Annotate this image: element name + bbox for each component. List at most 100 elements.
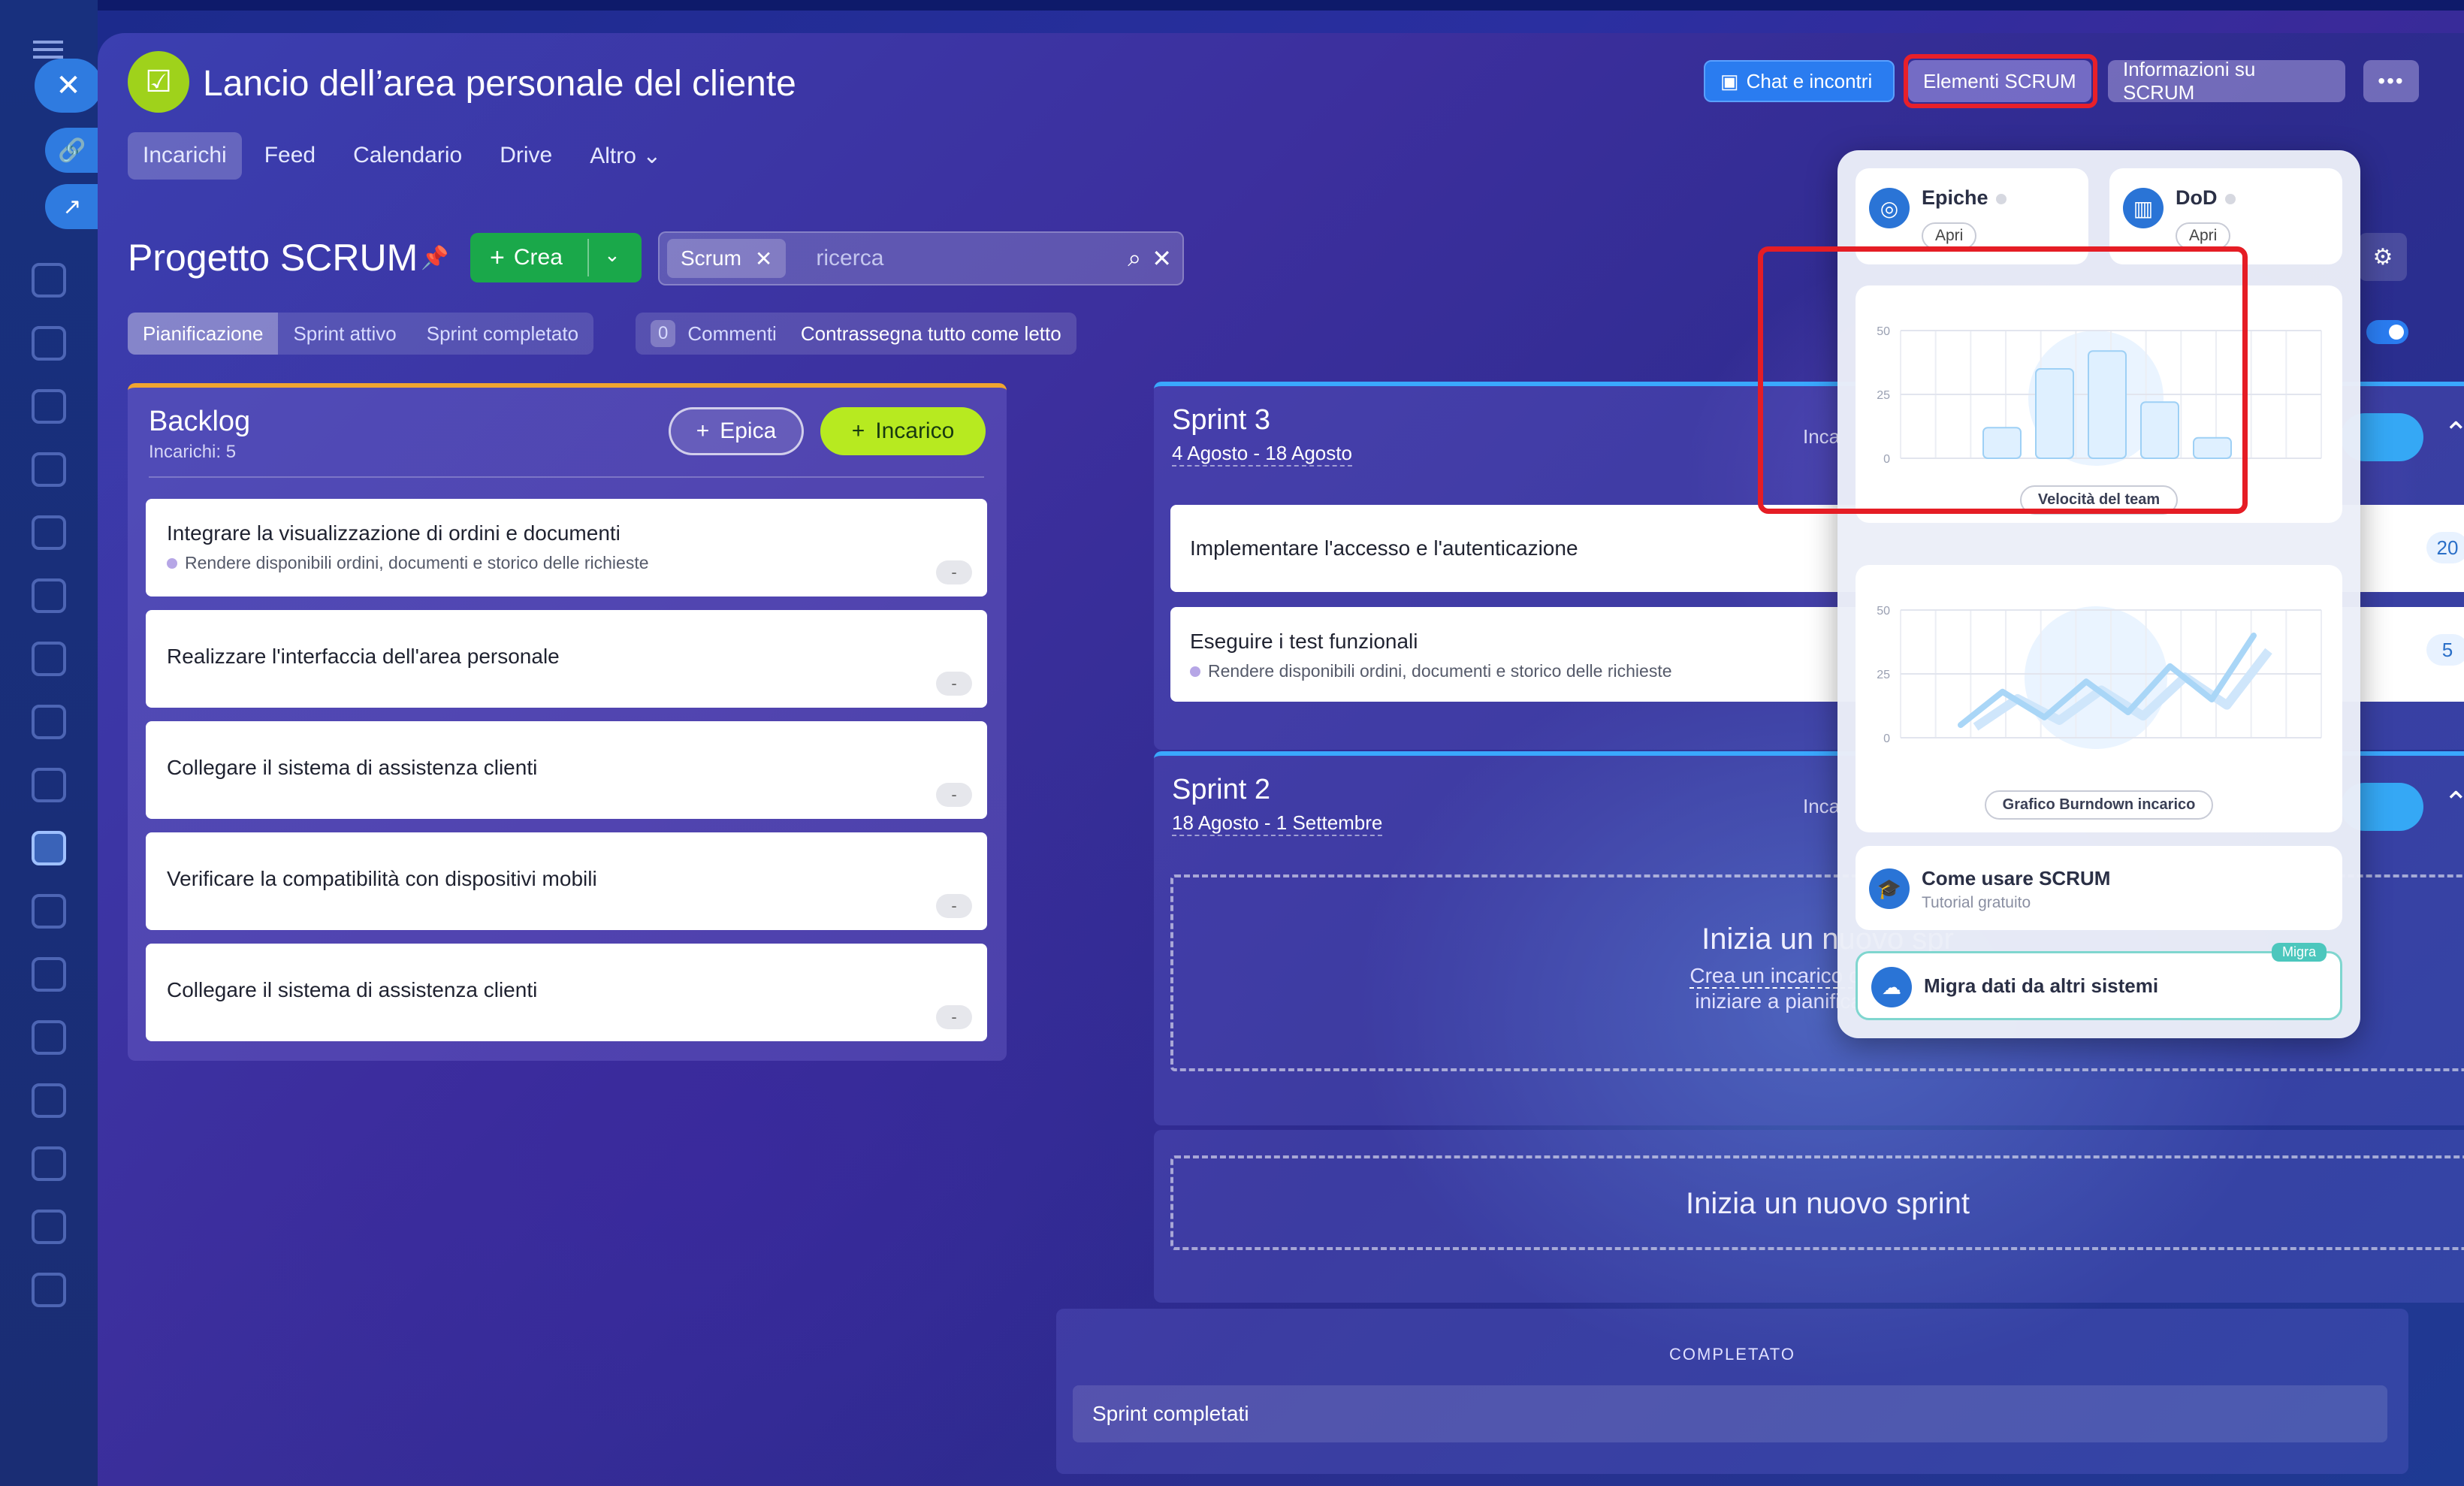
card-epic-label: Rendere disponibili ordini, documenti e …: [1208, 661, 1672, 681]
story-points[interactable]: -: [936, 894, 972, 918]
create-button[interactable]: + Crea ⌄: [470, 233, 642, 282]
close-icon[interactable]: ✕: [35, 59, 102, 113]
add-epic-button[interactable]: + Epica: [669, 407, 804, 455]
backlog-card[interactable]: Realizzare l'interfaccia dell'area perso…: [146, 610, 987, 708]
story-points[interactable]: 5: [2426, 634, 2464, 666]
new-sprint-column: Inizia un nuovo sprint: [1154, 1130, 2464, 1303]
view-pianificazione[interactable]: Pianificazione: [128, 313, 279, 355]
y-tick-label: 0: [1883, 732, 1890, 745]
sprint-title: Sprint 3: [1172, 404, 1270, 436]
new-sprint-dropzone[interactable]: Inizia un nuovo sprint: [1170, 1155, 2464, 1250]
epics-open-button[interactable]: Apri: [1922, 222, 1977, 249]
epic-dot-icon: [167, 557, 177, 569]
project-logo-icon: ☑: [128, 51, 189, 113]
burndown-label: Grafico Burndown incarico: [1856, 790, 2342, 820]
backlog-card[interactable]: Integrare la visualizzazione di ordini e…: [146, 499, 987, 597]
dod-open-button[interactable]: Apri: [2176, 222, 2231, 249]
add-epic-label: Epica: [720, 418, 777, 443]
rail-doc-icon[interactable]: [32, 326, 66, 361]
view-sprint-attivo[interactable]: Sprint attivo: [278, 313, 411, 355]
sprint-title: Sprint 2: [1172, 774, 1270, 805]
card-title: Verificare la compatibilità con disposit…: [167, 867, 597, 890]
rail-cart-icon[interactable]: [32, 957, 66, 992]
gear-icon[interactable]: ⚙: [2359, 233, 2407, 281]
open-external-icon[interactable]: ↗: [45, 184, 99, 229]
rail-inbox-icon[interactable]: [32, 642, 66, 676]
completed-section: COMPLETATO Sprint completati: [1056, 1309, 2408, 1474]
comments-bar: 0 Commenti Contrassegna tutto come letto: [636, 313, 1076, 355]
rail-file-icon[interactable]: [32, 515, 66, 550]
comments-label[interactable]: Commenti: [687, 322, 776, 346]
chevron-down-icon: ⌄: [642, 143, 662, 168]
rail-circle-icon[interactable]: [32, 389, 66, 424]
rail-library-icon[interactable]: [32, 1273, 66, 1307]
y-tick-label: 25: [1877, 669, 1890, 681]
chevron-up-icon[interactable]: ⌃: [2443, 416, 2464, 451]
tutorial-title: Come usare SCRUM: [1922, 867, 2111, 889]
menu-icon[interactable]: [33, 41, 63, 59]
tab-calendario[interactable]: Calendario: [338, 132, 477, 180]
rail-calendar-icon[interactable]: [32, 452, 66, 487]
tab-altro[interactable]: Altro ⌄: [575, 132, 676, 180]
tab-altro-label: Altro: [590, 143, 636, 168]
divider: [149, 476, 984, 478]
comments-count: 0: [651, 320, 676, 347]
highlight-outline: [1904, 54, 2097, 108]
story-points[interactable]: -: [936, 560, 972, 584]
view-sprint-completato[interactable]: Sprint completato: [412, 313, 593, 355]
pin-icon[interactable]: 📌: [421, 245, 448, 271]
chip-close-icon[interactable]: ✕: [755, 246, 772, 271]
rail-robot-icon[interactable]: [32, 1020, 66, 1055]
story-points[interactable]: 20: [2426, 532, 2464, 563]
mark-all-read-link[interactable]: Contrassegna tutto come letto: [801, 322, 1061, 346]
migrate-data-item[interactable]: Migra ☁ Migra dati da altri sistemi: [1856, 943, 2342, 1020]
search-input[interactable]: ricerca: [816, 246, 1128, 271]
new-sprint-label: Inizia un nuovo sprint: [1685, 1187, 1970, 1220]
tab-feed[interactable]: Feed: [249, 132, 331, 180]
filter-chip[interactable]: Scrum ✕: [667, 239, 787, 278]
dod-title: DoD: [2176, 186, 2236, 210]
scrum-tutorial-item[interactable]: 🎓 Come usare SCRUM Tutorial gratuito: [1856, 846, 2342, 930]
link-icon[interactable]: 🔗: [45, 128, 99, 173]
rail-chat-icon[interactable]: [32, 1210, 66, 1244]
tab-incarichi[interactable]: Incarichi: [128, 132, 242, 180]
burndown-card[interactable]: 50 25 0 Grafico Burndown incarico: [1856, 565, 2342, 832]
backlog-card[interactable]: Collegare il sistema di assistenza clien…: [146, 721, 987, 819]
search-icon[interactable]: ⌕: [1128, 244, 1141, 273]
completed-label: COMPLETATO: [1669, 1345, 1795, 1364]
tab-drive[interactable]: Drive: [485, 132, 567, 180]
card-title: Collegare il sistema di assistenza clien…: [167, 978, 538, 1001]
add-task-button[interactable]: + Incarico: [820, 407, 986, 455]
rail-tasks-icon[interactable]: [32, 831, 66, 865]
epics-title: Epiche: [1922, 186, 2007, 210]
rail-bank-icon[interactable]: [32, 1146, 66, 1181]
rail-users-icon[interactable]: [32, 768, 66, 802]
rail-mail-icon[interactable]: [32, 705, 66, 739]
graduation-cap-icon: 🎓: [1869, 868, 1910, 909]
compact-toggle[interactable]: [2366, 320, 2408, 344]
search-box[interactable]: Scrum ✕ ricerca ⌕ ✕: [658, 231, 1184, 285]
add-task-label: Incarico: [875, 418, 955, 443]
rail-rocket-icon[interactable]: [32, 263, 66, 298]
backlog-card[interactable]: Verificare la compatibilità con disposit…: [146, 832, 987, 930]
sprint-dates[interactable]: 4 Agosto - 18 Agosto: [1172, 442, 1352, 467]
rail-filter-icon[interactable]: [32, 894, 66, 929]
rail-board-icon[interactable]: [32, 578, 66, 613]
story-points[interactable]: -: [936, 1005, 972, 1029]
clear-icon[interactable]: ✕: [1152, 244, 1172, 273]
completed-sprints-bar[interactable]: Sprint completati: [1073, 1385, 2387, 1442]
backlog-column: Backlog Incarichi: 5 + Epica + Incarico In…: [128, 383, 1007, 1061]
book-icon: ▥: [2123, 188, 2164, 228]
chevron-up-icon[interactable]: ⌃: [2443, 786, 2464, 820]
scrum-info-button[interactable]: Informazioni su SCRUM: [2108, 58, 2345, 104]
backlog-card[interactable]: Collegare il sistema di assistenza clien…: [146, 944, 987, 1041]
chat-meetings-button[interactable]: ▣ Chat e incontri: [1704, 60, 1895, 102]
story-points[interactable]: -: [936, 783, 972, 807]
sprint-dates[interactable]: 18 Agosto - 1 Settembre: [1172, 811, 1383, 836]
burndown-title: Grafico Burndown incarico: [1984, 790, 2214, 820]
more-menu-button[interactable]: •••: [2363, 60, 2419, 102]
rail-schedule-icon[interactable]: [32, 1083, 66, 1118]
story-points[interactable]: -: [936, 672, 972, 696]
chevron-down-icon[interactable]: ⌄: [604, 243, 621, 267]
sprint-tasks-label: Inca: [1803, 795, 1840, 817]
